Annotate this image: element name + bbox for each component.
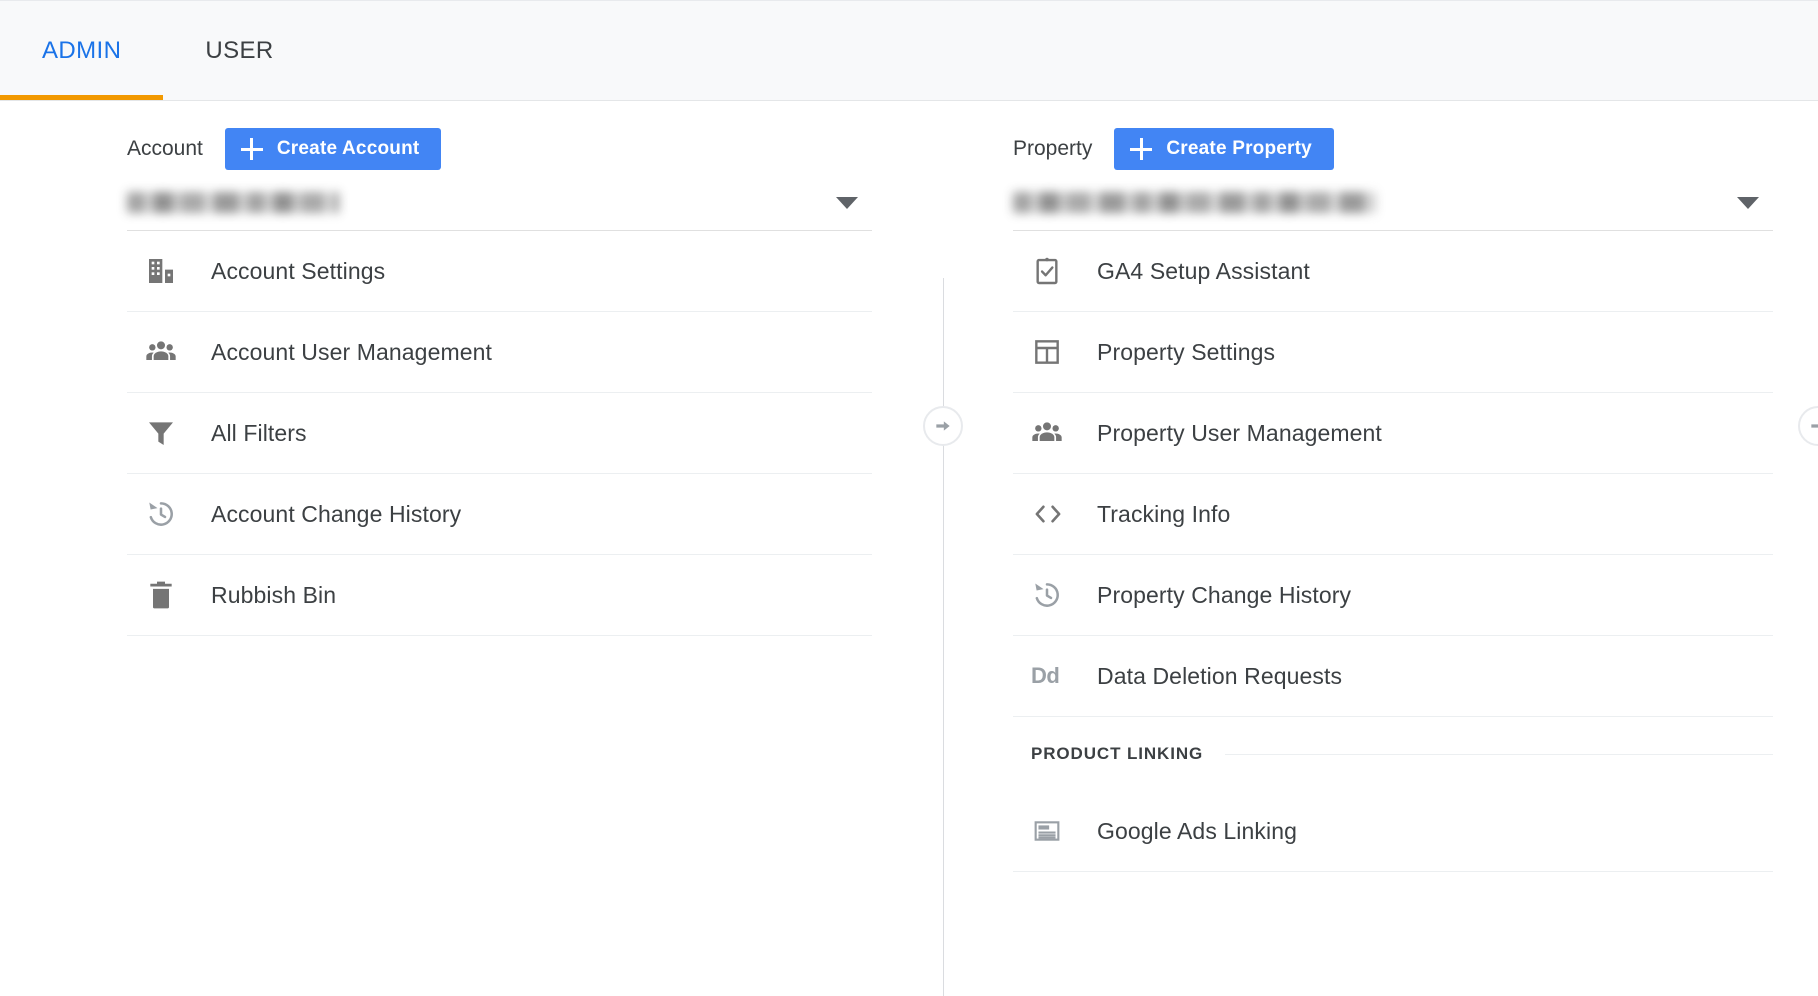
tab-list: ADMIN USER — [0, 1, 1818, 100]
section-title: PRODUCT LINKING — [1031, 744, 1204, 763]
chevron-down-icon — [1737, 196, 1759, 209]
arrow-right-circle-icon[interactable] — [923, 406, 963, 446]
admin-columns: Account Create Account Account Settings … — [0, 101, 1818, 996]
menu-item-label: Data Deletion Requests — [1097, 662, 1343, 689]
people-group-icon — [1031, 416, 1077, 450]
menu-item-tracking-info[interactable]: Tracking Info — [1013, 474, 1773, 555]
building-icon — [145, 254, 191, 288]
history-clock-icon — [145, 497, 191, 531]
top-tab-bar: ADMIN USER — [0, 0, 1818, 101]
property-selector[interactable] — [1013, 175, 1773, 231]
menu-item-property-settings[interactable]: Property Settings — [1013, 312, 1773, 393]
menu-item-account-settings[interactable]: Account Settings — [127, 231, 872, 312]
arrow-right-circle-icon-edge[interactable] — [1798, 406, 1818, 446]
menu-item-label: Property User Management — [1097, 419, 1382, 446]
menu-item-all-filters[interactable]: All Filters — [127, 393, 872, 474]
clipboard-check-icon — [1031, 254, 1077, 288]
dd-text-icon: Dd — [1031, 659, 1077, 693]
account-label: Account — [127, 137, 203, 160]
menu-item-label: Google Ads Linking — [1097, 817, 1297, 844]
menu-item-property-change-history[interactable]: Property Change History — [1013, 555, 1773, 636]
create-account-button[interactable]: Create Account — [224, 128, 442, 170]
account-selector[interactable] — [127, 175, 872, 231]
chevron-down-icon — [836, 196, 858, 209]
menu-item-rubbish-bin[interactable]: Rubbish Bin — [127, 555, 872, 636]
product-linking-section-header: PRODUCT LINKING — [1013, 717, 1773, 791]
menu-item-property-user-management[interactable]: Property User Management — [1013, 393, 1773, 474]
property-label: Property — [1013, 137, 1093, 160]
tab-admin[interactable]: ADMIN — [0, 1, 164, 100]
menu-item-data-deletion-requests[interactable]: Dd Data Deletion Requests — [1013, 636, 1773, 717]
people-group-icon — [145, 335, 191, 369]
menu-item-label: Property Change History — [1097, 581, 1352, 608]
create-account-label: Create Account — [276, 138, 420, 159]
code-brackets-icon — [1031, 497, 1077, 531]
tab-user-label: USER — [205, 36, 274, 64]
account-name-redacted — [127, 192, 339, 213]
plus-icon — [240, 138, 263, 160]
create-property-label: Create Property — [1166, 138, 1312, 159]
property-header: Property Create Property — [1013, 101, 1773, 175]
menu-item-label: Property Settings — [1097, 338, 1276, 365]
column-divider — [943, 278, 944, 996]
account-header: Account Create Account — [127, 101, 872, 175]
menu-item-label: All Filters — [211, 419, 307, 446]
menu-item-account-user-management[interactable]: Account User Management — [127, 312, 872, 393]
create-property-button[interactable]: Create Property — [1114, 128, 1334, 170]
menu-item-label: Account Change History — [211, 500, 462, 527]
property-name-redacted — [1013, 192, 1375, 213]
property-menu: GA4 Setup Assistant Property Settings Pr… — [1013, 231, 1773, 872]
web-layout-icon — [1031, 335, 1077, 369]
menu-item-ga4-setup-assistant[interactable]: GA4 Setup Assistant — [1013, 231, 1773, 312]
plus-icon — [1130, 138, 1153, 160]
menu-item-label: GA4 Setup Assistant — [1097, 257, 1310, 284]
menu-item-label: Account User Management — [211, 338, 492, 365]
tab-user[interactable]: USER — [163, 1, 315, 100]
menu-item-label: Account Settings — [211, 257, 386, 284]
account-menu: Account Settings Account User Management… — [127, 231, 872, 636]
funnel-filter-icon — [145, 416, 191, 450]
menu-item-account-change-history[interactable]: Account Change History — [127, 474, 872, 555]
history-clock-icon — [1031, 578, 1077, 612]
account-column: Account Create Account Account Settings … — [127, 101, 872, 636]
tab-admin-label: ADMIN — [42, 36, 122, 64]
trash-bin-icon — [145, 578, 191, 612]
section-rule — [1225, 753, 1773, 755]
ads-banner-icon — [1031, 814, 1077, 848]
menu-item-label: Tracking Info — [1097, 500, 1231, 527]
menu-item-label: Rubbish Bin — [211, 581, 337, 608]
dd-glyph: Dd — [1031, 663, 1060, 688]
menu-item-google-ads-linking[interactable]: Google Ads Linking — [1013, 791, 1773, 872]
admin-page: ADMIN USER Account Create Account Accoun… — [0, 0, 1818, 996]
property-column: Property Create Property GA4 Setup Assis… — [1013, 101, 1773, 872]
